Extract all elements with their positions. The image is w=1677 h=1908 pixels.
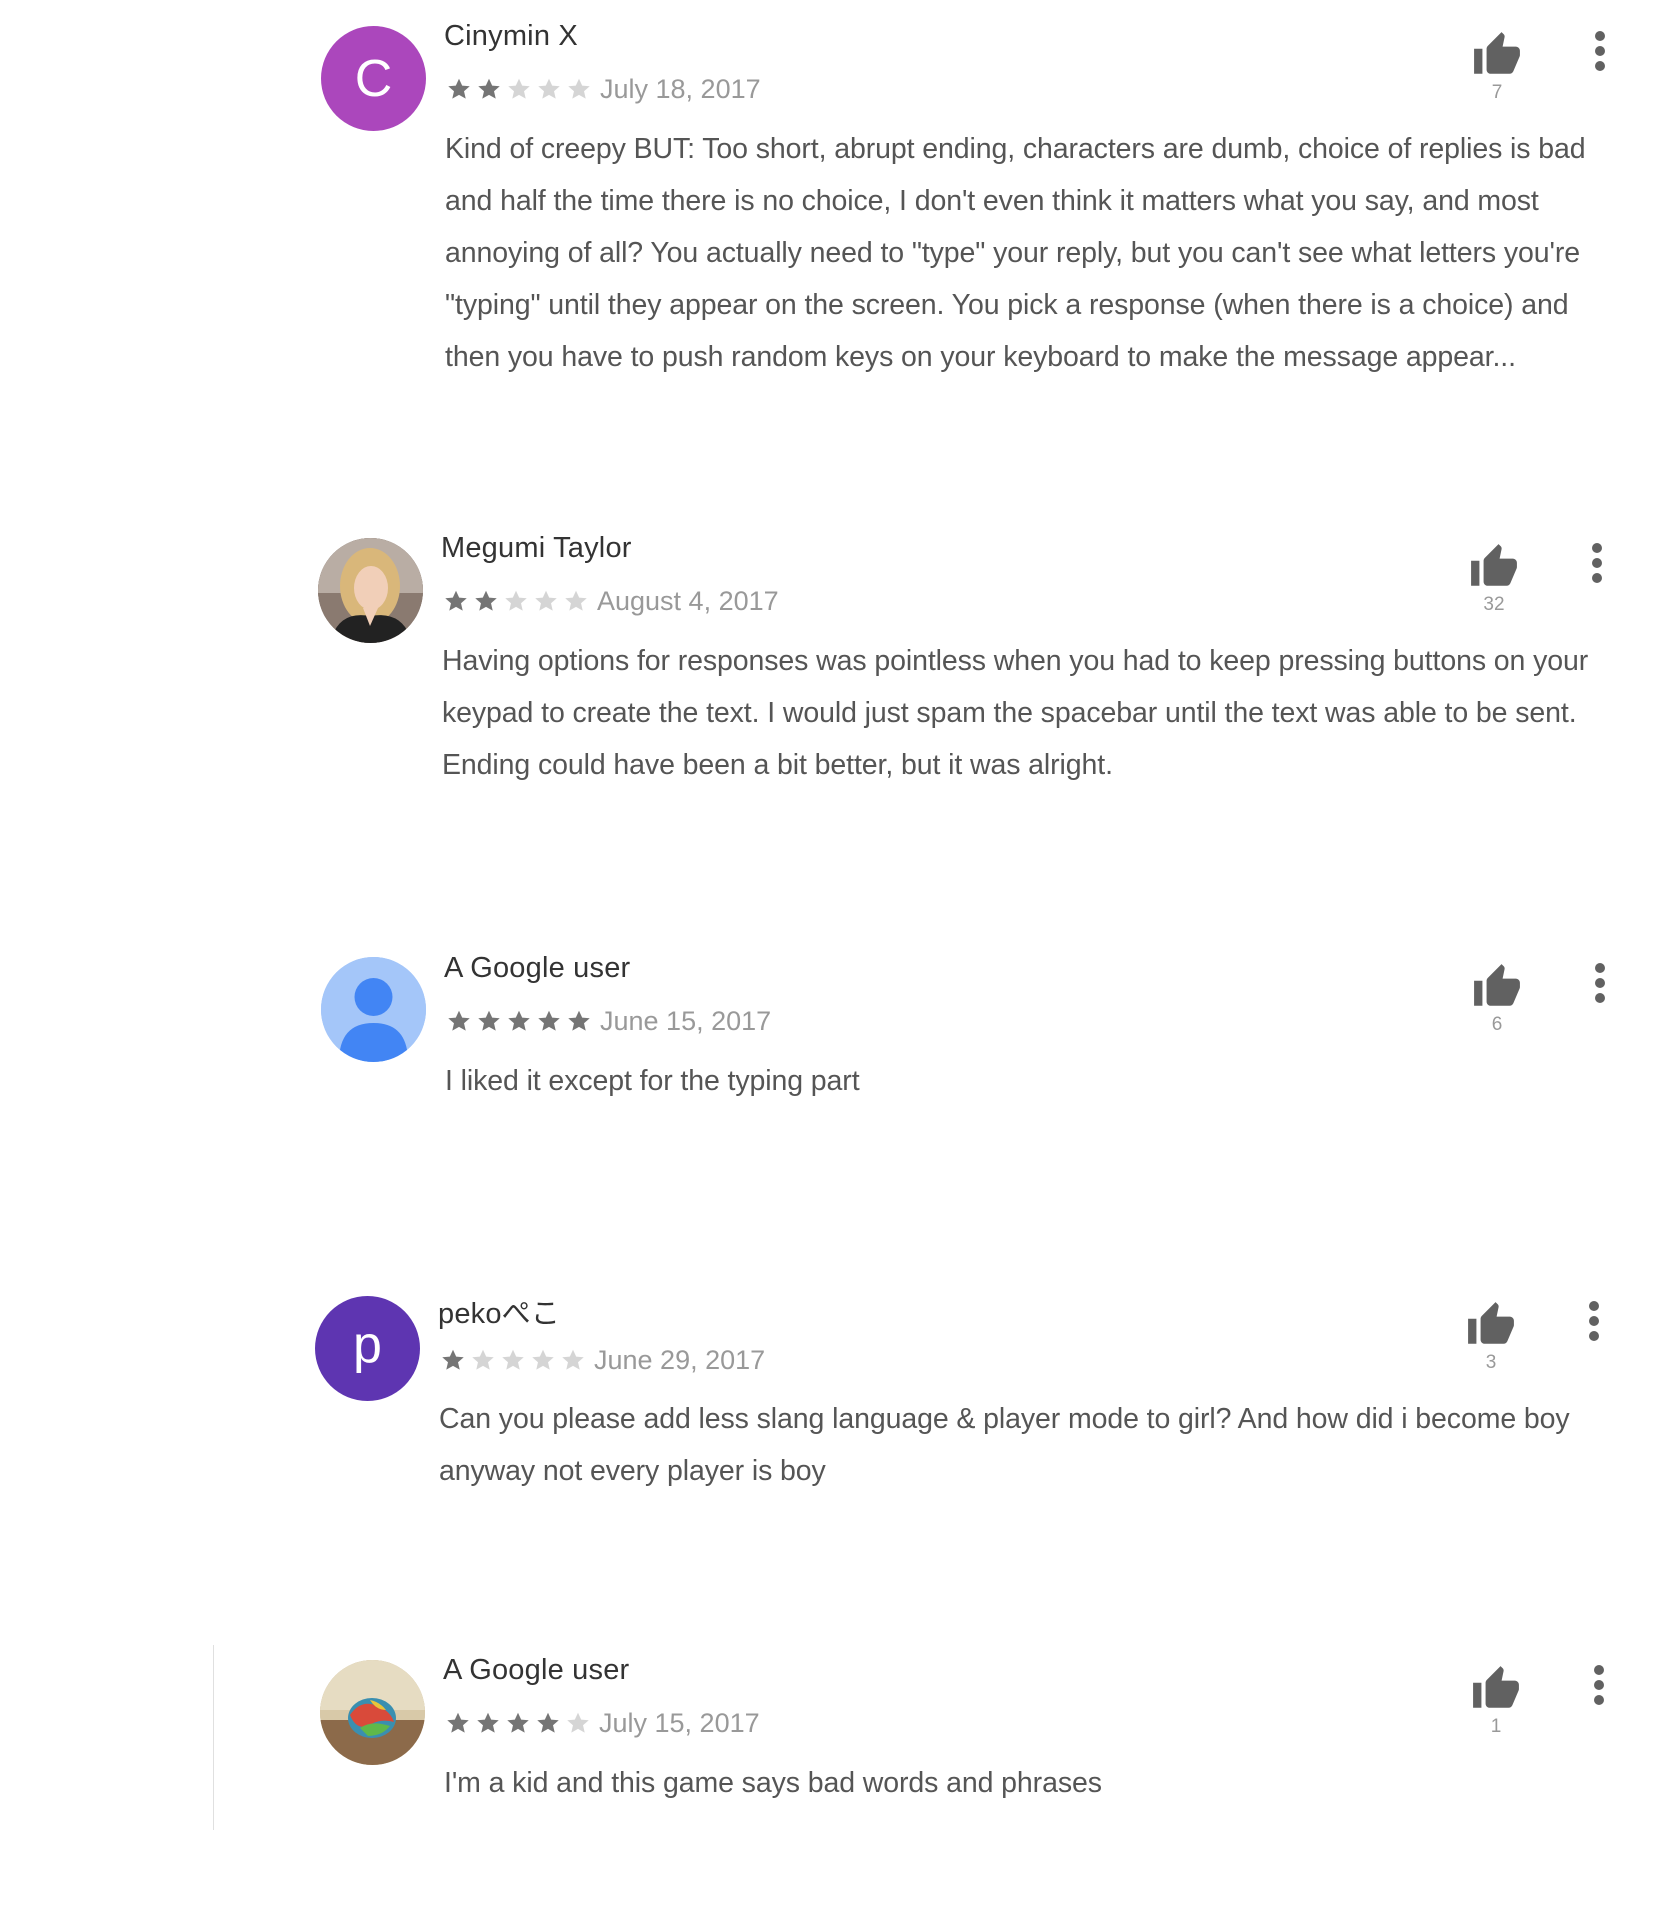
star-filled-icon [478, 78, 500, 99]
star-empty-icon [538, 78, 560, 99]
avatar[interactable] [320, 1660, 425, 1765]
star-empty-icon [505, 590, 527, 611]
star-filled-icon [508, 1010, 530, 1031]
avatar[interactable] [321, 957, 426, 1062]
helpful-count: 3 [1485, 1352, 1497, 1373]
review-text: Having options for responses was pointle… [442, 645, 1589, 781]
star-empty-icon [567, 1712, 589, 1733]
more-vert-icon [1595, 31, 1605, 71]
more-options-button[interactable] [1582, 538, 1612, 588]
thumbs-up-icon [1474, 32, 1520, 74]
star-filled-icon [507, 1712, 529, 1733]
star-filled-icon [537, 1712, 559, 1733]
star-filled-icon [568, 1010, 590, 1031]
star-filled-icon [442, 1349, 464, 1370]
avatar-letter: C [354, 49, 393, 108]
helpful-count: 7 [1491, 82, 1503, 103]
vertical-divider [213, 1645, 214, 1830]
helpful-button[interactable]: 1 [1466, 1664, 1526, 1754]
star-empty-icon [508, 78, 530, 99]
review-text: I liked it except for the typing part [445, 1065, 860, 1097]
star-empty-icon [562, 1349, 584, 1370]
default-user-icon [321, 957, 426, 1062]
author-name[interactable]: Megumi Taylor [441, 532, 632, 565]
rating-row: July 15, 2017 [445, 1706, 760, 1740]
helpful-button[interactable]: 3 [1461, 1300, 1521, 1390]
star-empty-icon [472, 1349, 494, 1370]
star-filled-icon [447, 1712, 469, 1733]
thumbs-up-icon [1473, 1666, 1519, 1708]
review-date: June 29, 2017 [594, 1344, 766, 1375]
rating-row: June 15, 2017 [446, 1004, 771, 1038]
rating-row: June 29, 2017 [440, 1343, 765, 1377]
star-filled-icon [478, 1010, 500, 1031]
review-date: July 18, 2017 [600, 73, 761, 104]
star-empty-icon [535, 590, 557, 611]
star-rating [445, 1710, 595, 1736]
more-vert-icon [1592, 543, 1602, 583]
thumbs-up-icon [1471, 544, 1517, 586]
more-options-button[interactable] [1585, 26, 1615, 76]
thumbs-up-icon [1474, 964, 1520, 1006]
more-options-button[interactable] [1585, 958, 1615, 1008]
star-empty-icon [565, 590, 587, 611]
rating-row: July 18, 2017 [446, 72, 761, 106]
author-name[interactable]: pekoぺこ [438, 1290, 560, 1332]
helpful-button[interactable]: 7 [1467, 30, 1527, 120]
more-options-button[interactable] [1579, 1296, 1609, 1346]
star-filled-icon [475, 590, 497, 611]
more-options-button[interactable] [1584, 1660, 1614, 1710]
avatar[interactable]: p [315, 1296, 420, 1401]
star-rating [443, 588, 593, 614]
star-rating [446, 1008, 596, 1034]
avatar-letter: p [353, 1315, 382, 1374]
author-name[interactable]: Cinymin X [444, 20, 578, 53]
more-vert-icon [1594, 1665, 1604, 1705]
helpful-button[interactable]: 32 [1464, 542, 1524, 632]
rating-row: August 4, 2017 [443, 584, 779, 618]
author-name[interactable]: A Google user [444, 952, 630, 985]
star-rating [446, 76, 596, 102]
profile-photo [320, 1660, 425, 1765]
more-vert-icon [1595, 963, 1605, 1003]
star-rating [440, 1347, 590, 1373]
star-filled-icon [538, 1010, 560, 1031]
star-filled-icon [445, 590, 467, 611]
star-filled-icon [448, 1010, 470, 1031]
helpful-count: 6 [1491, 1014, 1503, 1035]
star-empty-icon [568, 78, 590, 99]
review-date: August 4, 2017 [597, 585, 779, 616]
review-date: June 15, 2017 [600, 1005, 772, 1036]
more-vert-icon [1589, 1301, 1599, 1341]
star-empty-icon [502, 1349, 524, 1370]
thumbs-up-icon [1468, 1302, 1514, 1344]
avatar[interactable] [318, 538, 423, 643]
star-filled-icon [448, 78, 470, 99]
author-name[interactable]: A Google user [443, 1654, 629, 1687]
profile-photo [318, 538, 423, 643]
star-filled-icon [477, 1712, 499, 1733]
review-text: Kind of creepy BUT: Too short, abrupt en… [445, 133, 1586, 373]
review-date: July 15, 2017 [599, 1707, 760, 1738]
helpful-count: 32 [1483, 594, 1505, 615]
avatar[interactable]: C [321, 26, 426, 131]
star-empty-icon [532, 1349, 554, 1370]
review-text: Can you please add less slang language &… [439, 1403, 1570, 1487]
helpful-button[interactable]: 6 [1467, 962, 1527, 1052]
review-text: I'm a kid and this game says bad words a… [444, 1767, 1102, 1799]
helpful-count: 1 [1490, 1716, 1502, 1737]
